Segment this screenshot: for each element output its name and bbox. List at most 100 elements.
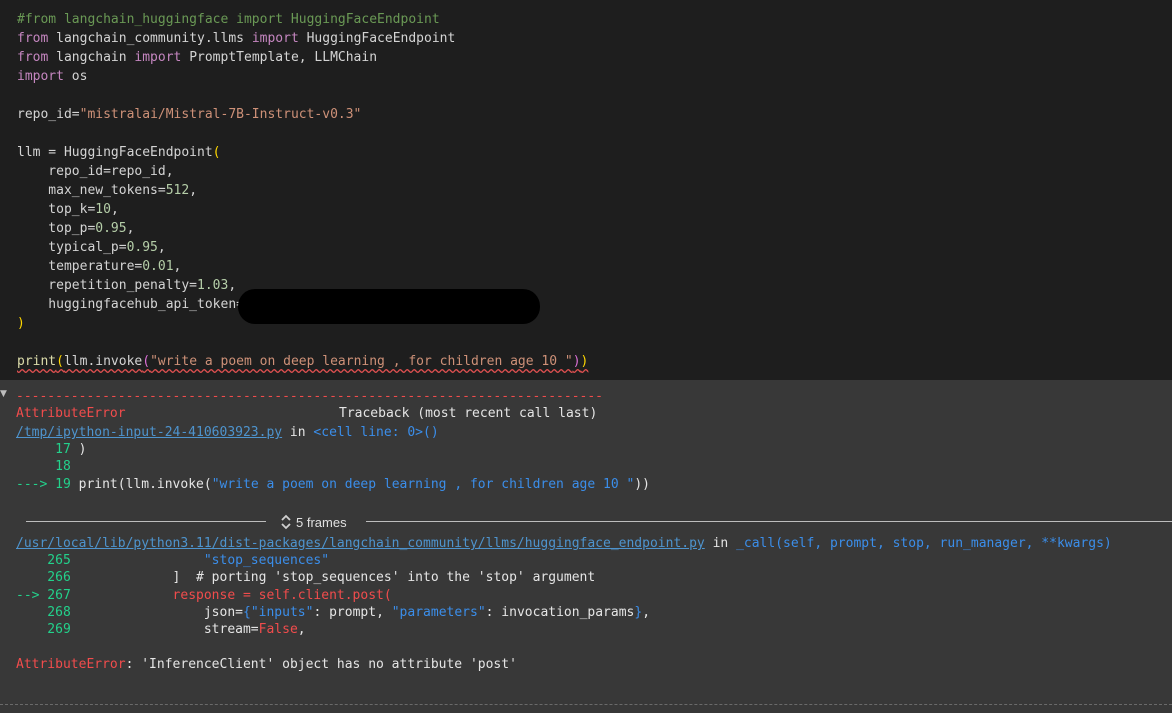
argument: top_k= bbox=[17, 202, 96, 217]
code-line-3: from langchain import PromptTemplate, LL… bbox=[17, 48, 377, 67]
number-literal: 0.01 bbox=[142, 259, 174, 274]
traceback-line-17: 17 ) bbox=[16, 441, 86, 459]
cell-ref: <cell line: 0>() bbox=[313, 425, 439, 440]
code-line-16: huggingfacehub_api_token= bbox=[17, 295, 244, 314]
traceback-line-19: ---> 19 print(llm.invoke("write a poem o… bbox=[16, 476, 650, 494]
traceback-dashes: ----------------------------------------… bbox=[16, 389, 603, 404]
paren: ) bbox=[17, 316, 25, 331]
string-literal: "write a poem on deep learning , for chi… bbox=[211, 477, 635, 492]
comma: , bbox=[189, 183, 198, 198]
string-literal: "parameters" bbox=[391, 605, 486, 620]
line-number: 265 bbox=[16, 553, 79, 568]
import-name: PromptTemplate, LLMChain bbox=[181, 50, 378, 65]
code-text: response = self.client.post( bbox=[78, 588, 392, 603]
import-name: HuggingFaceEndpoint bbox=[298, 31, 456, 46]
code-line-6: repo_id="mistralai/Mistral-7B-Instruct-v… bbox=[17, 105, 361, 124]
code-line-13: typical_p=0.95, bbox=[17, 238, 166, 257]
redaction-mark bbox=[238, 289, 540, 324]
number-literal: 0.95 bbox=[95, 221, 127, 236]
code-text: "stop_sequences" bbox=[78, 553, 330, 568]
comment-text: #from langchain_huggingface import Huggi… bbox=[17, 12, 440, 27]
keyword: from bbox=[17, 31, 49, 46]
traceback-line-268: 268 json={"inputs": prompt, "parameters"… bbox=[16, 604, 650, 622]
code-line-12: top_p=0.95, bbox=[17, 219, 134, 238]
module-name: os bbox=[63, 69, 88, 84]
code-line-14: temperature=0.01, bbox=[17, 257, 181, 276]
brace: { bbox=[243, 605, 251, 620]
code-line-4: import os bbox=[17, 67, 87, 86]
function-name: print bbox=[17, 354, 57, 369]
comma: , bbox=[297, 622, 306, 637]
paren: ( bbox=[212, 145, 221, 160]
output-bottom-border bbox=[0, 704, 1172, 705]
comma: , bbox=[126, 221, 135, 236]
code-text: stream= bbox=[78, 622, 259, 637]
code-text: )) bbox=[634, 477, 650, 492]
number-literal: 1.03 bbox=[197, 278, 229, 293]
code-line-10: max_new_tokens=512, bbox=[17, 181, 197, 200]
line-number: 17 bbox=[16, 442, 79, 457]
code-line-17: ) bbox=[17, 314, 25, 333]
argument: repetition_penalty= bbox=[17, 278, 198, 293]
argument: repo_id=repo_id, bbox=[17, 164, 174, 179]
keyword: from bbox=[17, 50, 49, 65]
in-text: in bbox=[282, 425, 314, 440]
keyword: False bbox=[258, 622, 298, 637]
keyword: import bbox=[134, 50, 182, 65]
comma: , bbox=[110, 202, 119, 217]
argument: temperature= bbox=[17, 259, 143, 274]
frames-divider-left bbox=[26, 521, 266, 522]
traceback-line-266: 266 ] # porting 'stop_sequences' into th… bbox=[16, 569, 595, 587]
line-number: --> 267 bbox=[16, 588, 79, 603]
traceback-file-link[interactable]: /tmp/ipython-input-24-410603923.py bbox=[16, 425, 282, 440]
error-text: : 'InferenceClient' object has no attrib… bbox=[125, 657, 517, 672]
argument: typical_p= bbox=[17, 240, 127, 255]
number-literal: 512 bbox=[165, 183, 190, 198]
comma: , bbox=[157, 240, 166, 255]
keyword: import bbox=[17, 69, 64, 84]
traceback-line-267: --> 267 response = self.client.post( bbox=[16, 587, 392, 605]
traceback-line-269: 269 stream=False, bbox=[16, 621, 306, 639]
code-text: json= bbox=[78, 605, 243, 620]
comma: , bbox=[228, 278, 237, 293]
code-text: ] # porting 'stop_sequences' into the 's… bbox=[78, 570, 596, 585]
traceback-label: Traceback (most recent call last) bbox=[339, 406, 598, 421]
paren: ) bbox=[572, 354, 581, 369]
error-name: AttributeError bbox=[16, 657, 126, 672]
comma: , bbox=[173, 259, 182, 274]
keyword: import bbox=[251, 31, 299, 46]
line-number: 269 bbox=[16, 622, 79, 637]
code-cell[interactable]: #from langchain_huggingface import Huggi… bbox=[0, 0, 1172, 380]
argument: max_new_tokens= bbox=[17, 183, 166, 198]
collapse-output-icon[interactable]: ▼ bbox=[0, 389, 7, 399]
line-number: 18 bbox=[16, 459, 71, 474]
code-line-2: from langchain_community.llms import Hug… bbox=[17, 29, 455, 48]
paren: ( bbox=[142, 354, 151, 369]
comma: , bbox=[642, 605, 651, 620]
traceback-location-2: /usr/local/lib/python3.11/dist-packages/… bbox=[16, 535, 1112, 553]
number-literal: 0.95 bbox=[126, 240, 158, 255]
string-literal: "mistralai/Mistral-7B-Instruct-v0.3" bbox=[79, 107, 362, 122]
in-text: in bbox=[704, 536, 737, 551]
module-name: langchain_community.llms bbox=[48, 31, 252, 46]
code-line-8: llm = HuggingFaceEndpoint( bbox=[17, 143, 221, 162]
line-number: 266 bbox=[16, 570, 79, 585]
paren: ( bbox=[56, 354, 64, 369]
traceback-header: AttributeError Traceback (most recent cal… bbox=[16, 405, 597, 423]
traceback-file-link[interactable]: /usr/local/lib/python3.11/dist-packages/… bbox=[16, 536, 705, 551]
expand-collapse-icon bbox=[281, 514, 291, 530]
expand-frames-button[interactable]: 5 frames bbox=[280, 512, 347, 532]
assignment: llm = HuggingFaceEndpoint bbox=[17, 145, 213, 160]
code-text: : prompt, bbox=[313, 605, 392, 620]
error-name: AttributeError bbox=[16, 406, 126, 421]
traceback-line-18: 18 bbox=[16, 458, 71, 476]
string-literal: "write a poem on deep learning , for chi… bbox=[150, 354, 573, 369]
assignment: repo_id= bbox=[17, 107, 80, 122]
traceback-line-265: 265 "stop_sequences" bbox=[16, 552, 329, 570]
code-line-15: repetition_penalty=1.03, bbox=[17, 276, 236, 295]
module-name: langchain bbox=[48, 50, 135, 65]
frames-divider-right bbox=[366, 521, 1172, 522]
code-line-1: #from langchain_huggingface import Huggi… bbox=[17, 10, 440, 29]
number-literal: 10 bbox=[95, 202, 111, 217]
string-literal: "inputs" bbox=[250, 605, 314, 620]
